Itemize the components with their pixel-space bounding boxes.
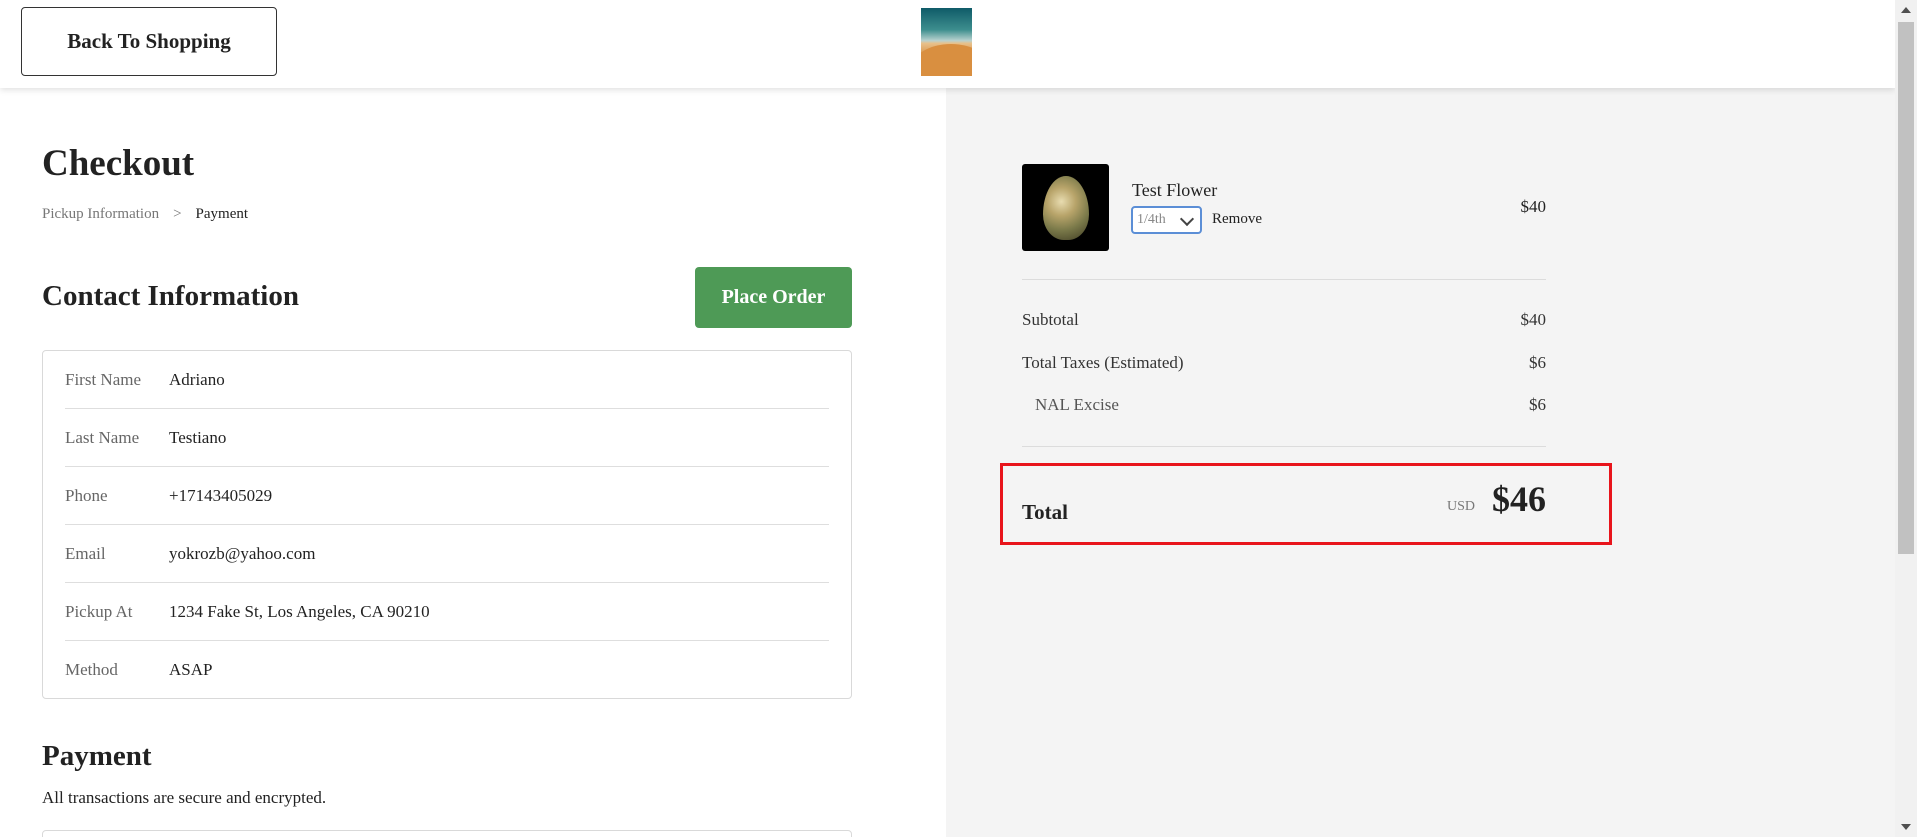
first-name-label: First Name [65,369,142,389]
breadcrumb-payment: Payment [195,206,249,222]
total-label: Total [1022,500,1068,524]
breadcrumb-separator: > [173,206,182,222]
last-name-label: Last Name [65,427,140,447]
product-image [1022,164,1109,251]
payment-title: Payment [42,740,152,772]
quantity-select-value: 1/4th [1137,212,1166,227]
email-label: Email [65,543,106,563]
quantity-select[interactable]: 1/4th [1131,206,1202,234]
last-name-value: Testiano [169,427,227,447]
contact-row-last-name: Last Name Testiano [65,409,829,467]
contact-information-title: Contact Information [42,280,299,312]
breadcrumb: Pickup Information > Payment [42,206,248,223]
page-scrollbar[interactable] [1895,0,1917,837]
payment-form-box[interactable] [42,830,852,837]
subtotal-row: Subtotal $40 [1022,310,1546,330]
method-value: ASAP [169,660,213,679]
contact-row-method: Method ASAP [65,641,829,699]
desert-dune-logo-icon[interactable] [921,8,972,76]
payment-security-note: All transactions are secure and encrypte… [42,788,327,807]
method-label: Method [65,660,118,679]
logo-dune-shape [921,44,972,76]
chevron-down-icon [1179,211,1195,227]
scroll-down-arrow-icon[interactable] [1901,824,1911,830]
scrollbar-thumb[interactable] [1898,22,1914,554]
excise-value: $6 [1529,395,1546,414]
phone-label: Phone [65,485,108,505]
remove-item-link[interactable]: Remove [1212,211,1262,228]
contact-row-phone: Phone +17143405029 [65,467,829,525]
subtotal-value: $40 [1520,310,1547,329]
pickup-at-value: 1234 Fake St, Los Angeles, CA 90210 [169,601,430,621]
product-name: Test Flower [1132,180,1218,200]
contact-row-email: Email yokrozb@yahoo.com [65,525,829,583]
product-price: $40 [1520,197,1547,216]
total-value: $46 [1492,479,1546,519]
excise-row: NAL Excise $6 [1022,395,1546,415]
pickup-at-label: Pickup At [65,601,133,621]
taxes-label: Total Taxes (Estimated) [1022,353,1184,372]
contact-info-card: First Name Adriano Last Name Testiano Ph… [42,350,852,699]
total-currency: USD [1447,499,1476,514]
excise-label: NAL Excise [1035,395,1119,414]
scroll-up-arrow-icon[interactable] [1901,7,1911,13]
summary-divider-top [1022,279,1546,280]
breadcrumb-pickup-information[interactable]: Pickup Information [42,206,159,223]
email-value: yokrozb@yahoo.com [169,543,316,563]
subtotal-label: Subtotal [1022,310,1079,329]
taxes-value: $6 [1529,353,1546,372]
back-to-shopping-button[interactable]: Back To Shopping [21,7,277,76]
contact-row-pickup-at: Pickup At 1234 Fake St, Los Angeles, CA … [65,583,829,641]
phone-value: +17143405029 [169,485,273,505]
summary-divider-bottom [1022,446,1546,447]
place-order-button[interactable]: Place Order [695,267,852,328]
taxes-row: Total Taxes (Estimated) $6 [1022,353,1546,373]
first-name-value: Adriano [169,369,225,389]
contact-row-first-name: First Name Adriano [65,351,829,409]
flower-bud-icon [1043,176,1089,240]
page-title: Checkout [42,143,195,184]
top-header: Back To Shopping [0,0,1895,88]
